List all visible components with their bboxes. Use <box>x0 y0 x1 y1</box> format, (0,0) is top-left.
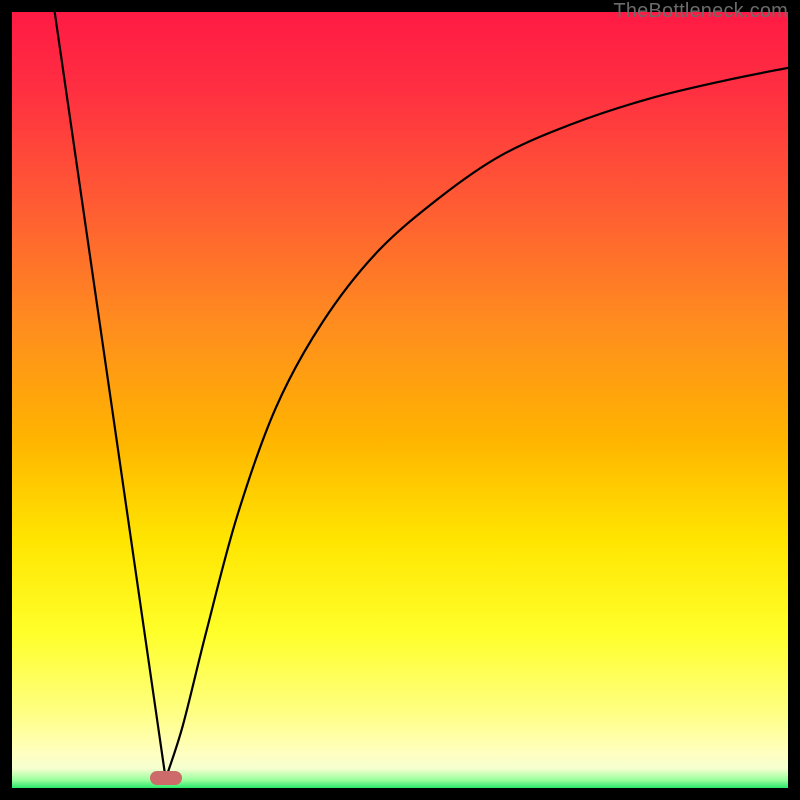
gradient-background <box>12 12 788 788</box>
plot-area <box>12 12 788 788</box>
marker-pill <box>150 771 182 785</box>
chart-frame: TheBottleneck.com <box>0 0 800 800</box>
attribution-label: TheBottleneck.com <box>613 0 788 23</box>
chart-svg <box>12 12 788 788</box>
